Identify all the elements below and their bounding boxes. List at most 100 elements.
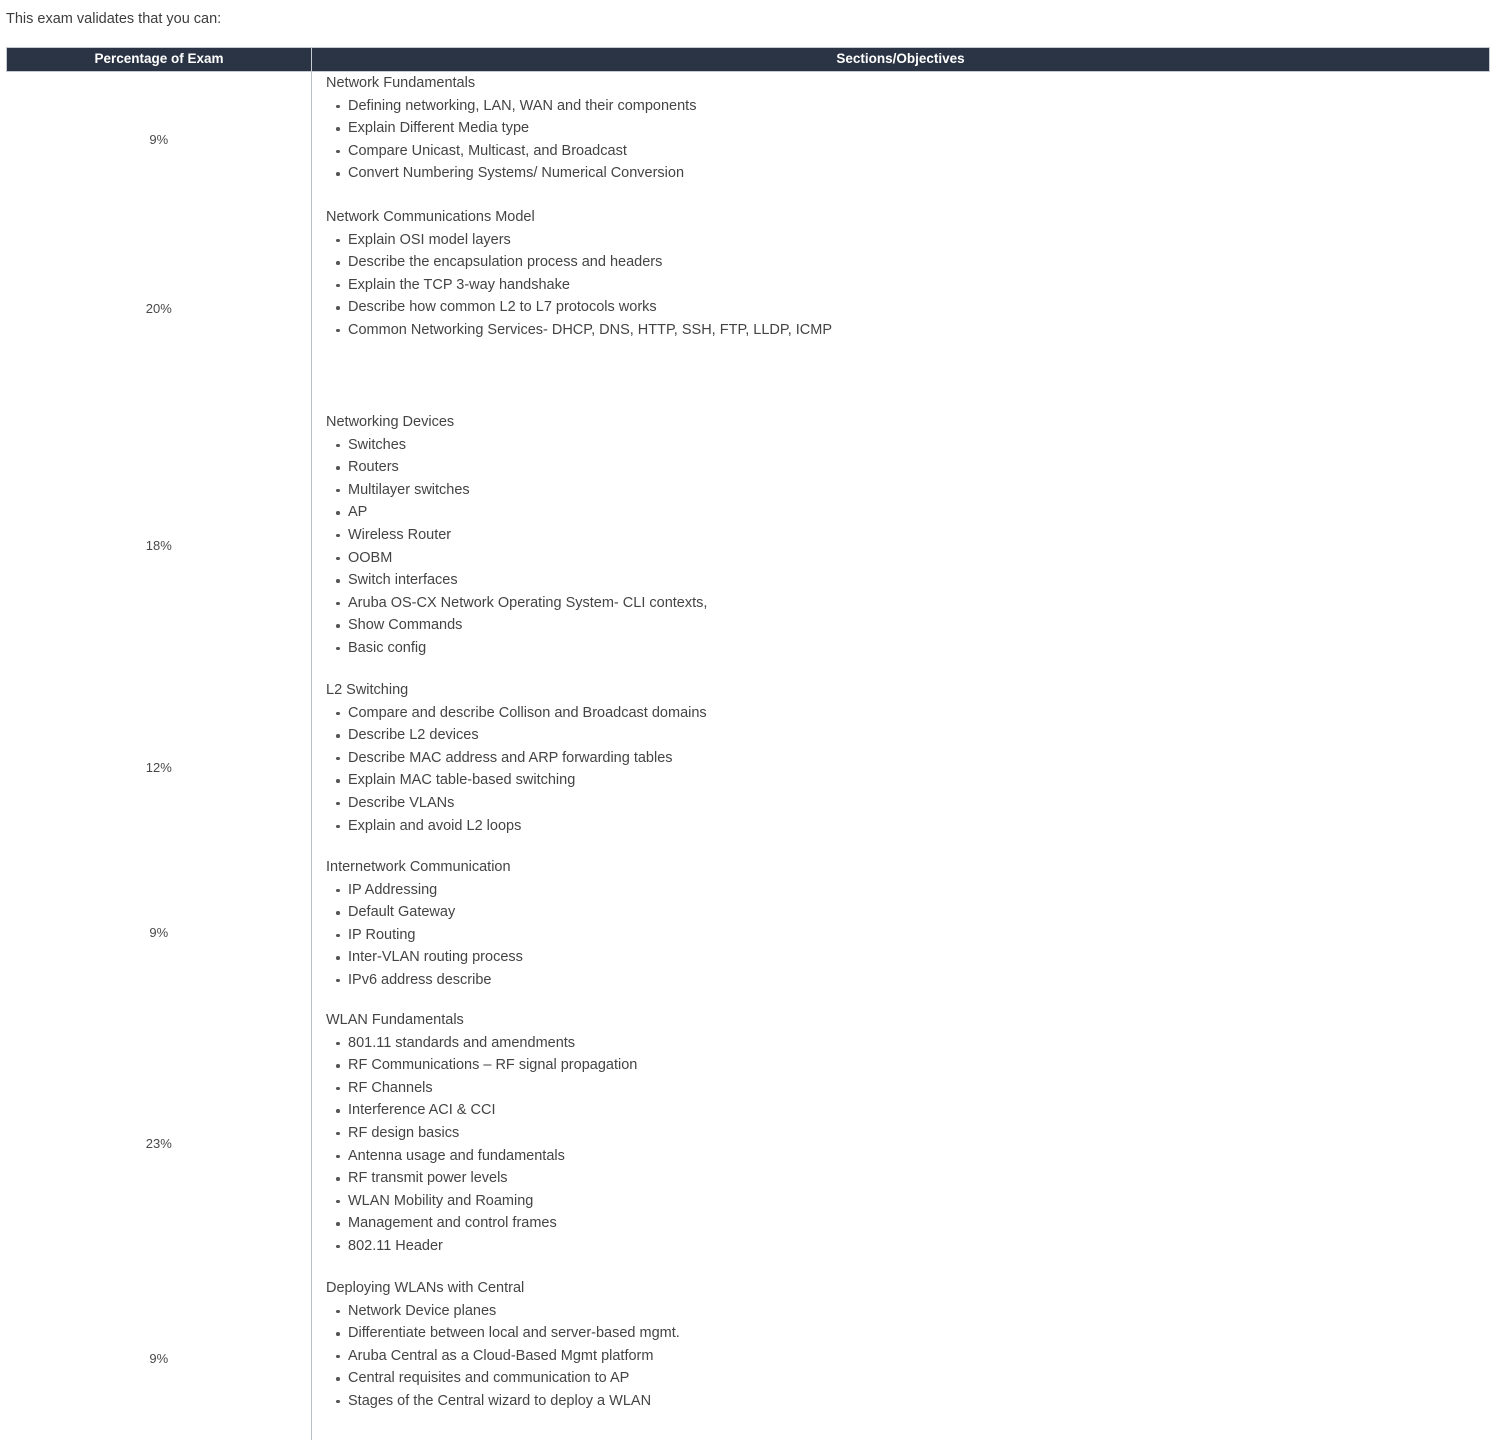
objective-item: Default Gateway [326,901,1490,924]
objective-item: Describe VLANs [326,792,1490,815]
table-row: 20% Network Communications ModelExplain O… [7,206,1490,411]
objective-list: Defining networking, LAN, WAN and their … [326,95,1490,185]
objective-item: Central requisites and communication to … [326,1367,1490,1390]
objective-item: RF design basics [326,1122,1490,1145]
objective-item: Describe how common L2 to L7 protocols w… [326,296,1490,319]
objective-item: Switches [326,434,1490,457]
objective-item: RF Communications – RF signal propagatio… [326,1054,1490,1077]
objective-item: Describe the encapsulation process and h… [326,251,1490,274]
header-row: Percentage of Exam Sections/Objectives [7,48,1490,72]
percentage-cell: 12% [7,679,312,856]
objective-item: Stages of the Central wizard to deploy a… [326,1390,1490,1413]
objectives-cell: WLAN Fundamentals801.11 standards and am… [312,1009,1490,1277]
objectives-cell: Networking DevicesSwitchesRoutersMultila… [312,411,1490,679]
table-row: 9% Deploying WLANs with CentralNetwork De… [7,1277,1490,1440]
objective-item: WLAN Mobility and Roaming [326,1190,1490,1213]
objective-list: 801.11 standards and amendmentsRF Commun… [326,1032,1490,1258]
section-title: Network Communications Model [326,206,1490,229]
percentage-value: 9% [149,925,168,940]
objective-section: WLAN Fundamentals801.11 standards and am… [326,1009,1490,1277]
objectives-cell: Network Communications ModelExplain OSI … [312,206,1490,411]
objective-item: Antenna usage and fundamentals [326,1145,1490,1168]
objective-item: Explain OSI model layers [326,229,1490,252]
objective-item: Defining networking, LAN, WAN and their … [326,95,1490,118]
percentage-cell: 18% [7,411,312,679]
objective-item: Explain the TCP 3-way handshake [326,274,1490,297]
objective-section: Deploying WLANs with CentralNetwork Devi… [326,1277,1490,1440]
objective-item: Compare and describe Collison and Broadc… [326,702,1490,725]
objectives-cell: L2 SwitchingCompare and describe Colliso… [312,679,1490,856]
objective-item: 801.11 standards and amendments [326,1032,1490,1055]
objective-item: Describe MAC address and ARP forwarding … [326,747,1490,770]
objective-item: Network Device planes [326,1300,1490,1323]
objective-list: SwitchesRoutersMultilayer switchesAPWire… [326,434,1490,660]
objective-item: Inter-VLAN routing process [326,946,1490,969]
section-title: Deploying WLANs with Central [326,1277,1490,1300]
table-body: 9% Network FundamentalsDefining networkin… [7,72,1490,1440]
objective-item: Explain Different Media type [326,117,1490,140]
objectives-cell: Deploying WLANs with CentralNetwork Devi… [312,1277,1490,1440]
objective-item: Multilayer switches [326,479,1490,502]
percentage-cell: 9% [7,856,312,1009]
objective-item: Common Networking Services- DHCP, DNS, H… [326,319,1490,342]
objective-item: Aruba OS-CX Network Operating System- CL… [326,592,1490,615]
table-row: 12% L2 SwitchingCompare and describe Coll… [7,679,1490,856]
objective-item: Routers [326,456,1490,479]
percentage-value: 18% [146,538,172,553]
section-title: WLAN Fundamentals [326,1009,1490,1032]
objective-item: OOBM [326,547,1490,570]
objectives-cell: Internetwork CommunicationIP AddressingD… [312,856,1490,1009]
section-title: Internetwork Communication [326,856,1490,879]
percentage-value: 20% [146,301,172,316]
objective-item: AP [326,501,1490,524]
objective-section: Internetwork CommunicationIP AddressingD… [326,856,1490,1009]
table-row: 18% Networking DevicesSwitchesRoutersMult… [7,411,1490,679]
objective-item: Convert Numbering Systems/ Numerical Con… [326,162,1490,185]
objective-list: Network Device planesDifferentiate betwe… [326,1300,1490,1413]
section-title: L2 Switching [326,679,1490,702]
section-title: Network Fundamentals [326,72,1490,95]
objective-section: L2 SwitchingCompare and describe Colliso… [326,679,1490,856]
objectives-cell: Network FundamentalsDefining networking,… [312,72,1490,207]
objective-item: IP Routing [326,924,1490,947]
objective-list: Compare and describe Collison and Broadc… [326,702,1490,838]
objective-list: Explain OSI model layersDescribe the enc… [326,229,1490,342]
percentage-value: 9% [149,132,168,147]
percentage-value: 12% [146,760,172,775]
objective-item: 802.11 Header [326,1235,1490,1258]
percentage-value: 23% [146,1136,172,1151]
objective-item: IP Addressing [326,879,1490,902]
percentage-cell: 9% [7,72,312,207]
objective-item: Management and control frames [326,1212,1490,1235]
percentage-cell: 23% [7,1009,312,1277]
percentage-cell: 9% [7,1277,312,1440]
objective-section: Network Communications ModelExplain OSI … [326,206,1490,411]
percentage-cell: 20% [7,206,312,411]
section-title: Networking Devices [326,411,1490,434]
objective-section: Network FundamentalsDefining networking,… [326,72,1490,206]
objective-item: Explain and avoid L2 loops [326,815,1490,838]
table-row: 9% Network FundamentalsDefining networkin… [7,72,1490,207]
objective-item: Differentiate between local and server-b… [326,1322,1490,1345]
table-row: 23% WLAN Fundamentals801.11 standards and… [7,1009,1490,1277]
column-header-percentage: Percentage of Exam [7,48,312,72]
table-row: 9% Internetwork CommunicationIP Addressin… [7,856,1490,1009]
table-header: Percentage of Exam Sections/Objectives [7,48,1490,72]
objective-item: RF transmit power levels [326,1167,1490,1190]
objective-item: Aruba Central as a Cloud-Based Mgmt plat… [326,1345,1490,1368]
objective-list: IP AddressingDefault GatewayIP RoutingIn… [326,879,1490,992]
objective-item: Compare Unicast, Multicast, and Broadcas… [326,140,1490,163]
objective-item: RF Channels [326,1077,1490,1100]
exam-objectives-table: Percentage of Exam Sections/Objectives 9… [6,47,1490,1440]
column-header-objectives: Sections/Objectives [312,48,1490,72]
objective-section: Networking DevicesSwitchesRoutersMultila… [326,411,1490,679]
objective-item: Describe L2 devices [326,724,1490,747]
intro-text: This exam validates that you can: [6,10,221,28]
objective-item: IPv6 address describe [326,969,1490,992]
objective-item: Basic config [326,637,1490,660]
objective-item: Show Commands [326,614,1490,637]
percentage-value: 9% [149,1351,168,1366]
objective-item: Switch interfaces [326,569,1490,592]
objective-item: Explain MAC table-based switching [326,769,1490,792]
objective-item: Wireless Router [326,524,1490,547]
